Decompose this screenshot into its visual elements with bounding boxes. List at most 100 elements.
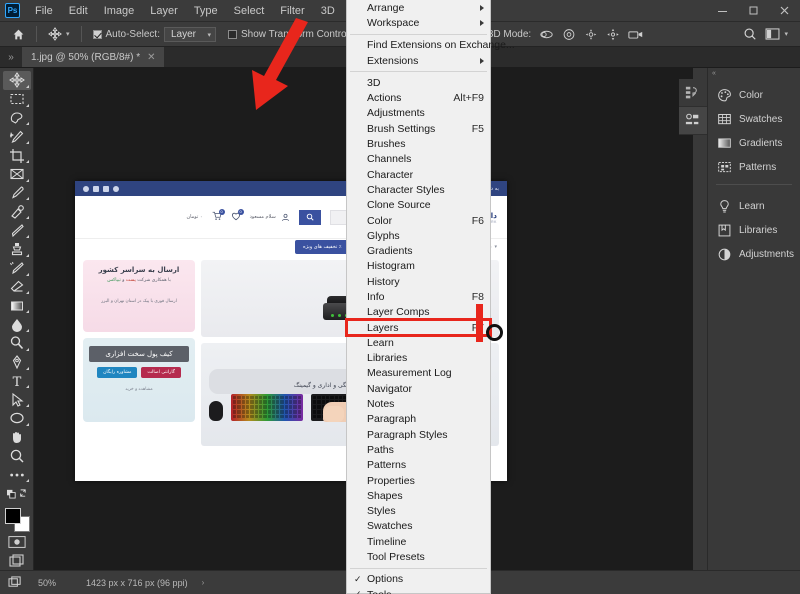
eraser-tool[interactable] (3, 278, 31, 297)
zoom-tool[interactable] (3, 447, 31, 466)
foreground-color-swatch[interactable] (4, 507, 21, 524)
window-menu-item-tool-presets[interactable]: Tool Presets (347, 549, 490, 564)
window-menu-item-brush-settings[interactable]: Brush Settings F5 (347, 121, 490, 136)
window-menu-item-swatches[interactable]: Swatches (347, 519, 490, 534)
menu-3d[interactable]: 3D (313, 2, 343, 20)
window-menu-item-info[interactable]: Info F8 (347, 289, 490, 304)
window-menu-item-navigator[interactable]: Navigator (347, 381, 490, 396)
facebook-icon[interactable] (83, 185, 89, 192)
window-menu-item-histogram[interactable]: Histogram (347, 259, 490, 274)
window-menu-dropdown[interactable]: Arrange Workspace Find Extensions on Excha… (345, 0, 515, 594)
document-icon[interactable] (0, 576, 30, 589)
window-menu-item-character[interactable]: Character (347, 167, 490, 182)
close-icon[interactable]: ✕ (147, 52, 155, 63)
zoom-level[interactable]: 50% (30, 578, 74, 588)
home-icon[interactable] (0, 28, 29, 41)
menu-image[interactable]: Image (96, 2, 143, 20)
window-menu-item-find-extensions-on-exchange[interactable]: Find Extensions on Exchange... (347, 38, 515, 53)
window-menu-item-paragraph[interactable]: Paragraph (347, 412, 490, 427)
auto-select-checkbox[interactable] (92, 29, 102, 39)
wallet-consult-button[interactable]: مشاوره رایگان (97, 367, 138, 378)
ellipse-tool[interactable] (3, 409, 31, 428)
window-menu-item-tools[interactable]: ✓ Tools (347, 587, 490, 594)
dodge-tool[interactable] (3, 334, 31, 353)
menu-select[interactable]: Select (226, 2, 273, 20)
hand-tool[interactable] (3, 428, 31, 447)
site-wishlist-icon[interactable]: 0 (231, 209, 244, 223)
panel-libraries[interactable]: Libraries (708, 218, 800, 242)
lasso-tool[interactable] (3, 109, 31, 128)
crop-tool[interactable] (3, 146, 31, 165)
window-menu-item-options[interactable]: ✓ Options (347, 572, 490, 587)
window-menu-item-patterns[interactable]: Patterns (347, 458, 490, 473)
quick-selection-tool[interactable] (3, 127, 31, 146)
panel-adjustments[interactable]: Adjustments (708, 242, 800, 266)
layer-select-dropdown[interactable]: Layer ▾ (164, 26, 216, 42)
camera-3d-icon[interactable] (624, 29, 648, 40)
panel-learn[interactable]: Learn (708, 194, 800, 218)
window-menu-item-clone-source[interactable]: Clone Source (347, 198, 490, 213)
history-states-tab[interactable] (679, 79, 707, 107)
gradient-tool[interactable] (3, 296, 31, 315)
panel-gradients[interactable]: Gradients (708, 131, 800, 155)
move-tool[interactable] (2, 71, 31, 90)
orbit-3d-icon[interactable] (535, 28, 558, 41)
pan-3d-icon[interactable] (580, 28, 602, 41)
window-menu-item-actions[interactable]: Actions Alt+F9 (347, 90, 490, 105)
history-brush-tool[interactable] (3, 259, 31, 278)
window-menu-item-color[interactable]: Color F6 (347, 213, 490, 228)
wallet-card-footer[interactable]: مشاهده و خرید (89, 387, 189, 392)
horizontal-type-tool[interactable]: T (3, 372, 31, 391)
menu-filter[interactable]: Filter (272, 2, 312, 20)
window-menu-item-layers[interactable]: LayersF7 (345, 317, 492, 338)
window-menu-item-history[interactable]: History (347, 274, 490, 289)
window-menu-item-properties[interactable]: Properties (347, 473, 490, 488)
edit-toolbar-tool[interactable] (3, 465, 31, 484)
workspace-caret-icon[interactable]: ▾ (784, 30, 788, 38)
panel-color[interactable]: Color (708, 83, 800, 107)
window-menu-item-glyphs[interactable]: Glyphs (347, 228, 490, 243)
window-menu-item-gradients[interactable]: Gradients (347, 243, 490, 258)
pen-tool[interactable] (3, 353, 31, 372)
minimize-button[interactable] (707, 0, 738, 22)
window-menu-item-brushes[interactable]: Brushes (347, 136, 490, 151)
frame-tool[interactable] (3, 165, 31, 184)
workspace-switcher-icon[interactable]: ▾ (761, 28, 792, 40)
path-selection-tool[interactable] (3, 390, 31, 409)
wallet-card[interactable]: کیف پول سخت افزاری گارانتی اصالت مشاوره … (83, 338, 195, 422)
close-button[interactable] (769, 0, 800, 22)
instagram-icon[interactable] (103, 185, 109, 192)
roll-3d-icon[interactable] (558, 28, 580, 41)
blur-tool[interactable] (3, 315, 31, 334)
window-menu-item-timeline[interactable]: Timeline (347, 534, 490, 549)
collapse-panels-icon[interactable]: « (708, 68, 800, 79)
window-menu-item-shapes[interactable]: Shapes (347, 488, 490, 503)
spot-healing-brush-tool[interactable] (3, 202, 31, 221)
window-menu-item-paragraph-styles[interactable]: Paragraph Styles (347, 427, 490, 442)
tool-preset-caret[interactable]: ▾ (66, 30, 70, 38)
telegram-icon[interactable] (113, 185, 119, 192)
eyedropper-tool[interactable] (3, 184, 31, 203)
menu-type[interactable]: Type (186, 2, 226, 20)
rectangular-marquee-tool[interactable] (3, 90, 31, 109)
auto-select-group[interactable]: Auto-Select: (89, 29, 164, 40)
site-cart-icon[interactable]: 0 (212, 209, 225, 223)
move-tool-icon[interactable]: ▾ (44, 27, 74, 41)
screen-mode-icon[interactable] (3, 551, 31, 570)
wallet-warranty-button[interactable]: گارانتی اصالت (141, 367, 181, 378)
twitter-icon[interactable] (93, 185, 99, 192)
site-search-button[interactable] (298, 209, 321, 225)
shipping-card[interactable]: ارسال به سراسر کشور با همکاری شرکت پست و… (83, 260, 195, 332)
search-icon[interactable] (739, 27, 761, 41)
window-menu-item-channels[interactable]: Channels (347, 152, 490, 167)
window-menu-item-character-styles[interactable]: Character Styles (347, 182, 490, 197)
window-menu-item-measurement-log[interactable]: Measurement Log (347, 366, 490, 381)
window-menu-item-adjustments[interactable]: Adjustments (347, 106, 490, 121)
status-caret-icon[interactable]: › (202, 578, 205, 587)
window-menu-item-layer-comps[interactable]: Layer Comps (347, 305, 490, 320)
brush-tool[interactable] (3, 221, 31, 240)
color-swatches[interactable] (3, 507, 31, 532)
window-menu-item-workspace[interactable]: Workspace (347, 15, 490, 30)
default-colors-icon[interactable] (3, 484, 31, 503)
site-deals-button[interactable]: ٪ تخفیف های ویژه (295, 240, 350, 254)
